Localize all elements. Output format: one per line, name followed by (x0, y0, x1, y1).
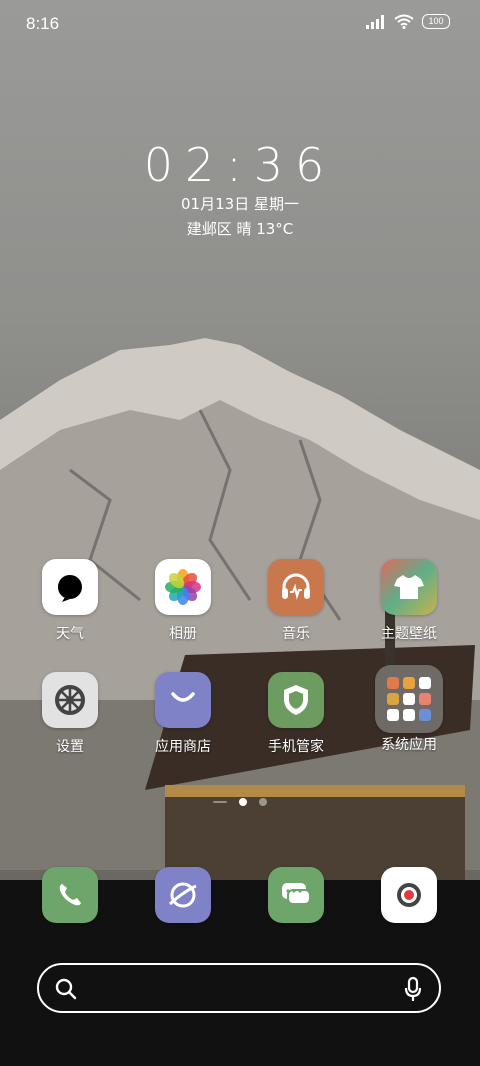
status-bar: 8:16 100 (0, 0, 480, 50)
page-indicator-dot-active[interactable] (239, 798, 247, 806)
clock-widget-date: 01月13日 星期一 (181, 195, 299, 213)
status-time: 8:16 (26, 14, 60, 33)
dock-browser[interactable] (138, 867, 228, 923)
page-indicator (0, 798, 480, 806)
folder-icon (375, 665, 443, 733)
gallery-icon (155, 559, 211, 615)
app-phone-manager[interactable]: 手机管家 (251, 672, 341, 756)
browser-icon (155, 867, 211, 923)
app-store-icon (155, 672, 211, 728)
app-label: 设置 (56, 739, 84, 755)
wifi-icon (394, 14, 414, 29)
app-label: 主题壁纸 (381, 626, 437, 642)
dock-phone[interactable] (25, 867, 115, 923)
signal-icon (366, 14, 384, 29)
app-music[interactable]: 音乐 (251, 559, 341, 643)
battery-icon: 100 (422, 14, 450, 29)
app-label: 相册 (169, 626, 197, 642)
app-label: 系统应用 (381, 737, 437, 753)
search-icon[interactable] (55, 978, 77, 1000)
page-indicator-dot[interactable] (259, 798, 267, 806)
app-label: 手机管家 (268, 739, 324, 755)
app-themes[interactable]: 主题壁纸 (364, 559, 454, 643)
app-label: 天气 (56, 626, 84, 642)
messages-icon (268, 867, 324, 923)
dock-camera[interactable] (364, 867, 454, 923)
app-label: 音乐 (282, 626, 310, 642)
clock-widget-time[interactable]: 02:36 (0, 138, 480, 192)
app-settings[interactable]: 设置 (25, 672, 115, 756)
app-label: 应用商店 (155, 739, 211, 755)
settings-icon (42, 672, 98, 728)
music-icon (268, 559, 324, 615)
app-app-store[interactable]: 应用商店 (138, 672, 228, 756)
dock-messages[interactable] (251, 867, 341, 923)
microphone-icon[interactable] (403, 976, 423, 1002)
search-bar[interactable] (37, 963, 441, 1013)
clock-widget-weather: 建邺区 晴 13°C (186, 220, 294, 238)
phone-icon (42, 867, 98, 923)
themes-icon (381, 559, 437, 615)
weather-icon (42, 559, 98, 615)
app-folder-system[interactable]: 系统应用 (364, 665, 454, 754)
app-gallery[interactable]: 相册 (138, 559, 228, 643)
page-indicator-feed[interactable] (213, 801, 227, 803)
camera-icon (381, 867, 437, 923)
app-weather[interactable]: 天气 (25, 559, 115, 643)
status-icons: 100 (366, 14, 450, 29)
security-icon (268, 672, 324, 728)
